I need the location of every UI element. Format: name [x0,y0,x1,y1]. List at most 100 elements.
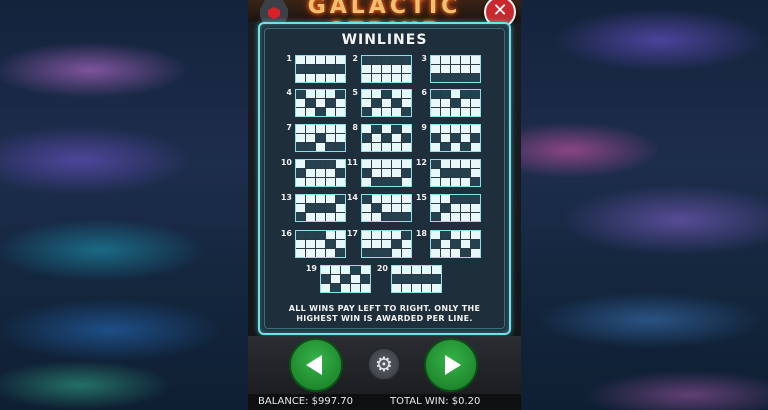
winline-cell [296,240,305,248]
winline-cell [441,108,450,116]
winline-cell [362,90,371,98]
settings-button[interactable]: ⚙ [367,347,401,381]
winline-cell [306,90,315,98]
winline-number: 15 [415,193,427,202]
winline-cell-active [372,99,381,107]
winline-cell [362,160,371,168]
winline-cell [441,99,450,107]
winline-cell [306,169,315,177]
winline-cell-active [461,143,470,151]
winline-cell [392,143,401,151]
winline-pattern [430,230,481,258]
winline-cell [451,108,460,116]
winline-number: 9 [421,123,427,132]
gear-icon: ⚙ [375,352,393,376]
winline-cell-active [316,65,325,73]
winline-cell-active [336,169,345,177]
winline-cell-active [392,240,401,248]
winline-cell [402,266,411,274]
winline-cell [461,108,470,116]
winline-cell [326,249,335,257]
rules-line-1: ALL WINS PAY LEFT TO RIGHT. ONLY THE [288,304,481,313]
winline-cell-active [341,275,350,283]
winline-cell [336,99,345,107]
winline-cell [441,125,450,133]
winline-cell-active [441,74,450,82]
winline-cell [326,178,335,186]
winline-cell-active [382,134,391,142]
winline-cell [372,160,381,168]
winline-11: 11 [346,158,412,187]
winline-number: 13 [280,193,292,202]
winline-cell [326,56,335,64]
winline-cell-active [326,99,335,107]
winline-cell [316,90,325,98]
winline-cell-active [431,134,440,142]
winline-cell-active [372,178,381,186]
winline-pattern [295,159,346,187]
next-page-button[interactable] [424,338,478,392]
winline-cell [392,108,401,116]
winline-cell-active [296,143,305,151]
winline-cell [316,74,325,82]
previous-page-button[interactable] [289,338,343,392]
winline-cell [431,65,440,73]
winline-cell [382,169,391,177]
winline-2: 2 [346,54,412,83]
winline-cell [431,56,440,64]
winline-cell [461,160,470,168]
winline-16: 16 [280,229,346,258]
winline-cell [392,195,401,203]
winline-cell [412,266,421,274]
winline-pattern [361,89,412,117]
winline-cell-active [461,195,470,203]
winline-cell [402,284,411,292]
winline-cell [382,195,391,203]
winline-cell [372,143,381,151]
winline-cell [431,108,440,116]
winline-cell [422,266,431,274]
winline-pattern [391,265,442,293]
winline-number: 7 [286,123,292,132]
winline-cell [402,90,411,98]
winline-cell [341,266,350,274]
winline-cell-active [362,56,371,64]
winline-cell-active [441,143,450,151]
winlines-rules-text: ALL WINS PAY LEFT TO RIGHT. ONLY THE HIG… [262,304,507,324]
winline-cell [461,178,470,186]
winline-cell [382,74,391,82]
winline-cell-active [431,160,440,168]
winline-cell [362,178,371,186]
winline-number: 16 [280,229,292,238]
winline-cell [336,134,345,142]
winline-cell-active [422,275,431,283]
winline-20: 20 [376,264,442,293]
winline-cell [461,99,470,107]
winline-cell [451,65,460,73]
winline-cell-active [306,160,315,168]
winline-cell-active [392,56,401,64]
winline-cell-active [441,204,450,212]
winline-1: 1 [280,54,346,83]
winline-cell [382,125,391,133]
winline-cell [372,240,381,248]
winline-cell-active [326,204,335,212]
winline-cell [372,134,381,142]
winline-number: 14 [346,193,358,202]
winline-cell [306,249,315,257]
winline-pattern [430,124,481,152]
winline-cell [441,249,450,257]
winline-cell [451,231,460,239]
winline-number: 4 [286,88,292,97]
winline-cell [316,178,325,186]
winline-number: 8 [352,123,358,132]
winline-cell [296,74,305,82]
winline-cell-active [296,231,305,239]
winline-cell [392,266,401,274]
winline-cell [451,125,460,133]
winline-cell [336,231,345,239]
winline-cell [351,275,360,283]
winline-cell-active [432,275,441,283]
winline-cell [471,249,480,257]
winline-cell-active [362,134,371,142]
